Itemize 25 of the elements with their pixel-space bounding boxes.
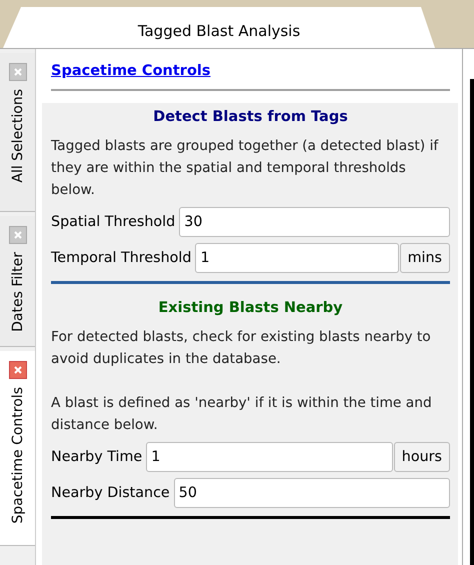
field-label: Spatial Threshold — [51, 214, 176, 230]
section-title: Detect Blasts from Tags — [152, 108, 349, 127]
input-field[interactable]: 1 — [195, 243, 399, 273]
field-label: Nearby Distance — [51, 485, 170, 501]
tab-label[interactable]: Spacetime Controls — [10, 387, 26, 524]
input-field[interactable]: 1 — [146, 442, 393, 472]
unit-button[interactable]: mins — [400, 243, 450, 273]
unit-button[interactable]: hours — [394, 442, 450, 472]
tab-label[interactable]: All Selections — [10, 89, 26, 183]
section-link[interactable]: Spacetime Controls — [51, 63, 210, 79]
description-text: For detected blasts, check for existing blasts nearby to avoid duplicates in the database. — [51, 328, 432, 369]
close-icon[interactable] — [8, 361, 26, 379]
field-label: Nearby Time — [51, 449, 142, 465]
description-text: Tagged blasts are grouped together (a detected blast) if they are within the spatial and temporal thresholds below. — [51, 137, 440, 200]
input-field[interactable]: 50 — [174, 478, 450, 508]
section-title: Existing Blasts Nearby — [157, 299, 344, 318]
side-tab[interactable]: Spacetime Controls — [0, 351, 35, 546]
close-icon[interactable] — [8, 226, 26, 244]
side-tab[interactable]: All Selections — [0, 53, 35, 212]
side-tab[interactable]: Dates Filter — [0, 216, 35, 347]
description-text: A blast is defined as 'nearby' if it is within the time and distance below. — [51, 394, 433, 435]
tab-label[interactable]: Dates Filter — [10, 252, 26, 332]
input-field[interactable]: 30 — [179, 207, 450, 237]
close-icon[interactable] — [8, 63, 26, 81]
field-label: Temporal Threshold — [51, 250, 192, 266]
